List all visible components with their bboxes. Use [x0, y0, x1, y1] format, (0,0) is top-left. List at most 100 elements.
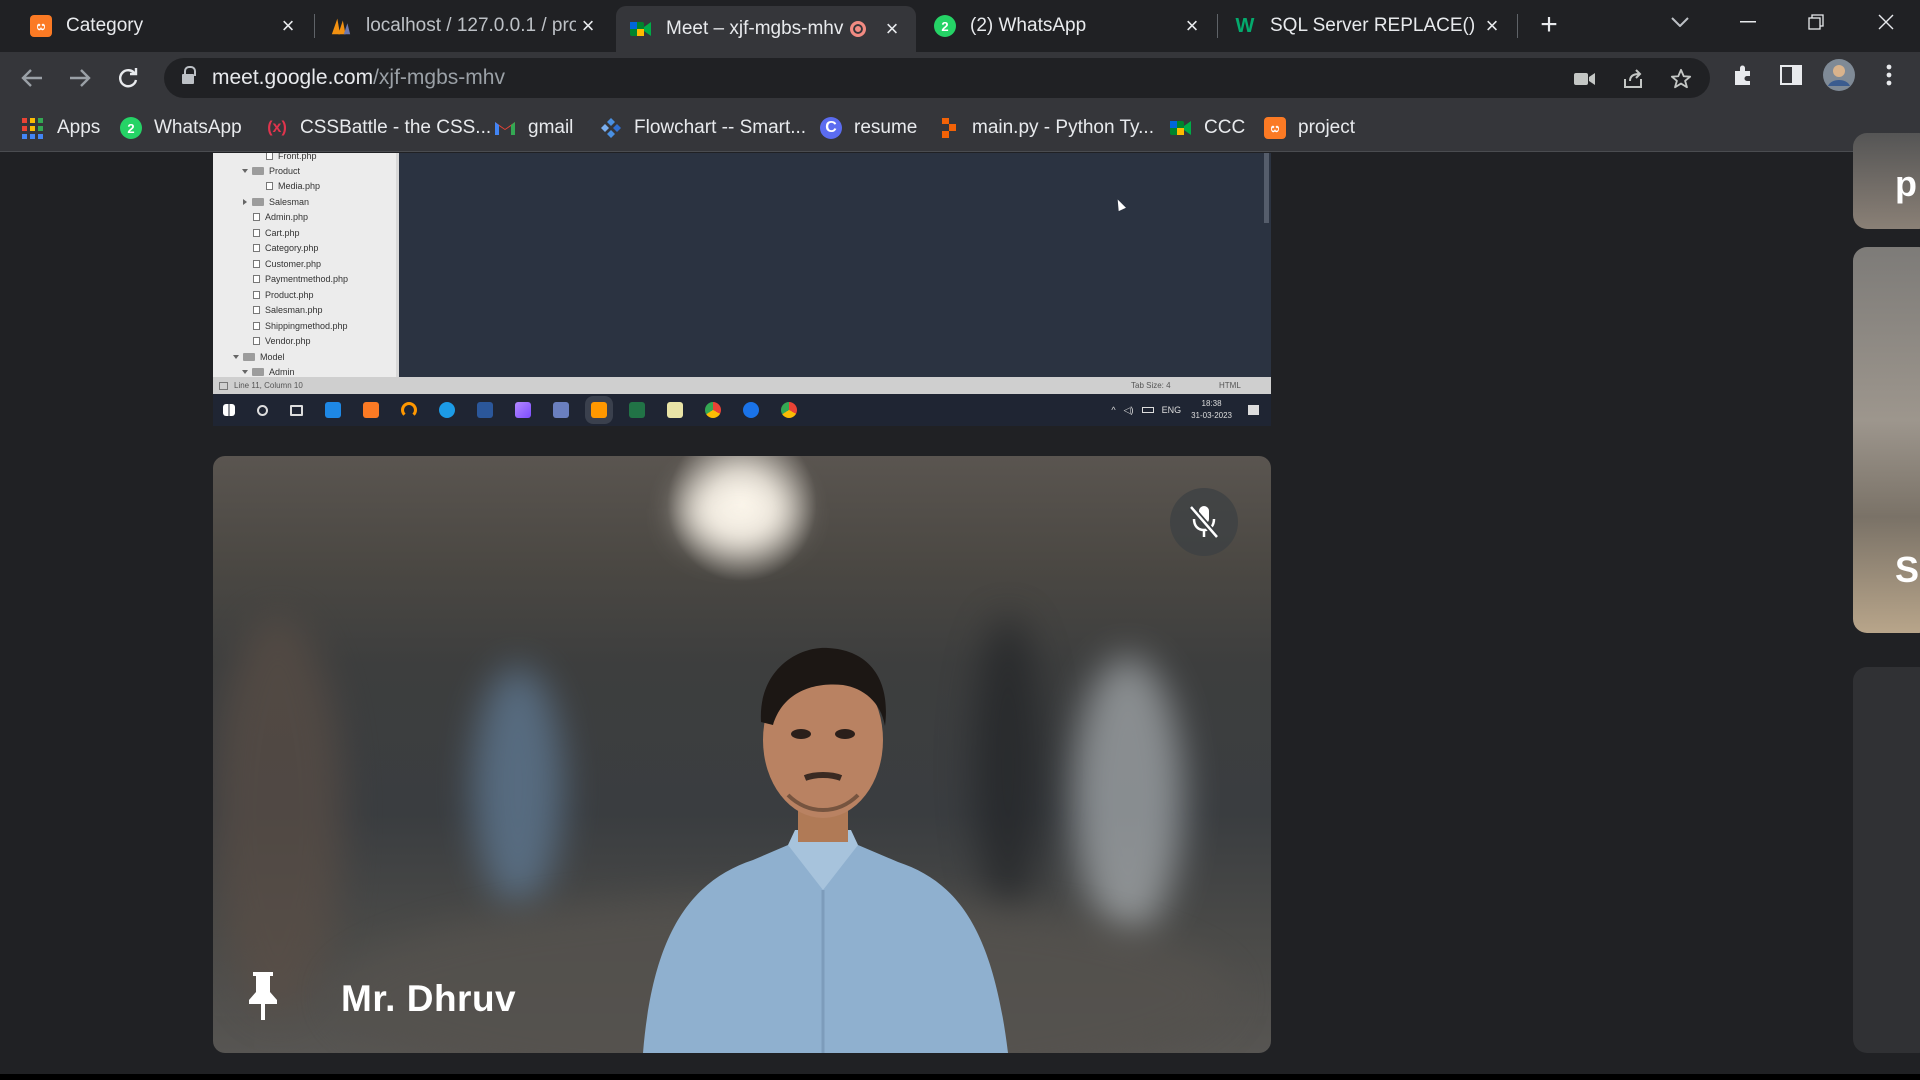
tab-title: Meet – xjf-mgbs-mhv — [666, 18, 844, 39]
side-participant-tile[interactable]: S — [1853, 247, 1920, 633]
minimize-button[interactable] — [1718, 0, 1778, 44]
canva-icon: C — [820, 117, 842, 139]
tree-file: Customer.php — [253, 257, 321, 271]
url-text: meet.google.com/xjf-mgbs-mhv — [212, 66, 505, 90]
w3schools-icon: W — [1235, 14, 1255, 37]
background-blur — [473, 666, 563, 906]
tab-separator — [1517, 14, 1518, 38]
xampp-icon: ೞ — [1264, 117, 1286, 139]
tree-file: Vendor.php — [253, 334, 311, 348]
bookmark-ccc[interactable]: CCC — [1170, 114, 1245, 142]
bookmark-gmail[interactable]: gmail — [494, 114, 573, 142]
bookmark-label: gmail — [528, 117, 574, 138]
bookmark-star-icon[interactable] — [1668, 66, 1694, 92]
camera-icon[interactable] — [1572, 66, 1598, 92]
meet-stage: Front.php Product Media.php Salesman Adm… — [0, 133, 1920, 1080]
language-indicator: ENG — [1161, 405, 1182, 415]
bookmark-project[interactable]: ೞ project — [1264, 114, 1355, 142]
background-blur — [1073, 656, 1183, 936]
restore-button[interactable] — [1786, 0, 1846, 44]
lock-icon[interactable] — [182, 66, 196, 85]
more-menu-icon[interactable] — [1874, 60, 1904, 90]
back-button[interactable] — [14, 60, 50, 96]
cssbattle-icon: (x) — [267, 119, 287, 136]
bookmark-mainpy[interactable]: main.py - Python Ty... — [938, 114, 1154, 142]
shared-screen[interactable]: Front.php Product Media.php Salesman Adm… — [213, 153, 1271, 426]
status-tab-size: Tab Size: 4 — [1131, 381, 1171, 390]
bookmark-label: Apps — [57, 117, 101, 138]
xampp-icon: ೞ — [30, 15, 52, 37]
side-participant-tile[interactable] — [1853, 667, 1920, 1053]
whatsapp-icon: 2 — [120, 117, 142, 139]
bottom-bar — [0, 1074, 1920, 1080]
bookmark-label: resume — [854, 117, 918, 138]
tree-file: Media.php — [266, 179, 320, 193]
edge-icon — [325, 402, 341, 418]
tab-title: SQL Server REPLACE() Fun — [1270, 15, 1480, 36]
network-app-icon — [553, 402, 569, 418]
new-tab-button[interactable]: + — [1532, 8, 1566, 42]
bookmark-apps[interactable]: Apps — [22, 114, 100, 142]
extensions-icon[interactable] — [1728, 60, 1758, 90]
tab-category[interactable]: ೞ Category × — [16, 6, 312, 46]
participant-person — [643, 647, 1008, 1053]
chevron-up-icon: ^ — [1111, 405, 1116, 415]
pin-icon[interactable] — [243, 968, 283, 1024]
bookmark-flowchart[interactable]: Flowchart -- Smart... — [600, 114, 806, 142]
reload-button[interactable] — [110, 60, 146, 96]
close-icon[interactable]: × — [1480, 13, 1504, 38]
replit-icon — [938, 117, 960, 139]
app-icon — [401, 402, 417, 418]
bookmark-label: CCC — [1204, 117, 1246, 138]
code-editor — [399, 153, 1271, 377]
file-tree: Front.php Product Media.php Salesman Adm… — [213, 153, 396, 377]
bookmark-label: project — [1298, 117, 1356, 138]
profile-avatar[interactable] — [1822, 58, 1856, 92]
tab-search-chevron-icon[interactable] — [1650, 0, 1710, 44]
side-panel-icon[interactable] — [1776, 60, 1806, 90]
url-path: /xjf-mgbs-mhv — [373, 66, 505, 89]
close-icon[interactable]: × — [880, 16, 904, 41]
excel-icon — [629, 402, 645, 418]
close-icon[interactable]: × — [276, 13, 300, 38]
tree-file: Product.php — [253, 288, 314, 302]
bookmark-whatsapp[interactable]: 2 WhatsApp — [120, 114, 242, 142]
side-participant-tile[interactable]: p — [1853, 133, 1920, 229]
tab-title: Category — [66, 15, 144, 36]
tab-w3schools[interactable]: W SQL Server REPLACE() Fun × — [1220, 6, 1516, 46]
tree-folder: Product — [242, 164, 300, 178]
tab-separator — [314, 14, 315, 38]
apps-grid-icon — [22, 117, 43, 139]
tab-phpmyadmin[interactable]: localhost / 127.0.0.1 / proj × — [316, 6, 612, 46]
xampp-icon — [363, 402, 379, 418]
clock-time: 18:38 — [1201, 399, 1222, 408]
participant-video-tile[interactable]: Mr. Dhruv — [213, 456, 1271, 1053]
status-position: Line 11, Column 10 — [234, 381, 303, 390]
tab-title: localhost / 127.0.0.1 / proj — [366, 15, 576, 36]
tree-file: Salesman.php — [253, 303, 323, 317]
participant-initial: S — [1895, 549, 1920, 590]
panel-toggle-icon — [219, 381, 228, 390]
bookmark-label: CSSBattle - the CSS... — [300, 117, 492, 138]
battery-icon — [1141, 407, 1154, 413]
editor-statusbar: Line 11, Column 10 Tab Size: 4 HTML — [213, 377, 1271, 394]
bookmark-resume[interactable]: C resume — [820, 114, 917, 142]
url-host: meet.google.com — [212, 66, 374, 89]
task-view-icon — [290, 404, 303, 416]
close-icon[interactable]: × — [1180, 13, 1204, 38]
tab-strip: ೞ Category × localhost / 127.0.0.1 / pro… — [0, 0, 1920, 52]
close-window-button[interactable] — [1856, 0, 1916, 44]
tree-folder: Model — [233, 350, 285, 364]
recording-indicator-icon — [850, 21, 866, 37]
tab-whatsapp[interactable]: 2 (2) WhatsApp × — [920, 6, 1216, 46]
close-icon[interactable]: × — [576, 13, 600, 38]
system-tray: ^ ◁) ENG 18:38 31-03-2023 — [1111, 394, 1271, 426]
address-bar[interactable]: meet.google.com/xjf-mgbs-mhv — [164, 58, 1710, 98]
bookmarks-bar: Apps 2 WhatsApp (x) CSSBattle - the CSS.… — [0, 104, 1920, 152]
tab-meet[interactable]: Meet – xjf-mgbs-mhv × — [616, 6, 916, 52]
bookmark-cssbattle[interactable]: (x) CSSBattle - the CSS... — [266, 114, 491, 142]
edge-browser-icon — [439, 402, 455, 418]
forward-button[interactable] — [62, 60, 98, 96]
share-icon[interactable] — [1620, 66, 1646, 92]
pen-app-icon — [515, 402, 531, 418]
